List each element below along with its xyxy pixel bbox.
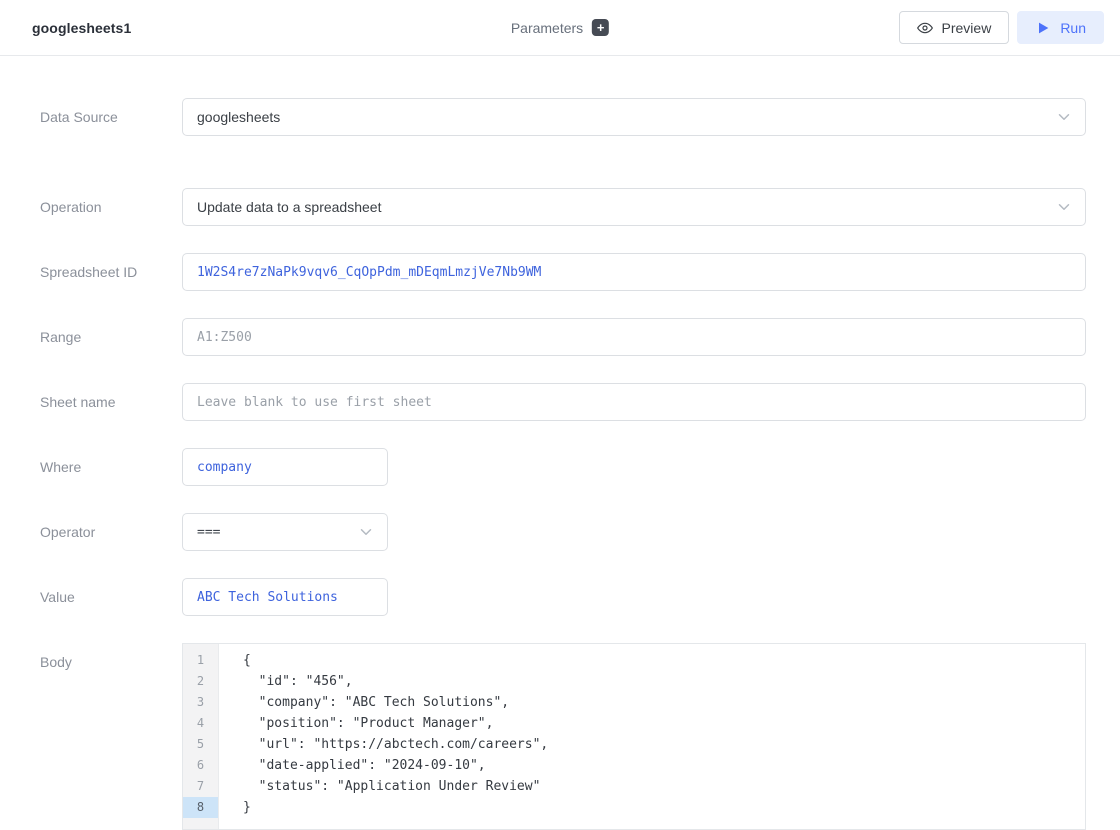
code-line: "company": "ABC Tech Solutions", [243,692,1085,713]
query-header: googlesheets1 Parameters + Preview Run [0,0,1120,56]
range-input[interactable] [182,318,1086,356]
code-line: "position": "Product Manager", [243,713,1085,734]
chevron-down-icon [357,523,375,541]
data-source-value: googlesheets [197,109,280,125]
where-row: Where [40,448,1086,486]
code-lines: { "id": "456", "company": "ABC Tech Solu… [219,644,1085,829]
code-line: "url": "https://abctech.com/careers", [243,734,1085,755]
play-icon [1035,20,1051,36]
query-form: Data Source googlesheets Operation Updat… [0,56,1120,830]
line-number: 7 [183,776,218,797]
spreadsheet-id-label: Spreadsheet ID [40,253,182,291]
sheet-name-label: Sheet name [40,383,182,421]
add-parameter-button[interactable]: + [592,19,609,36]
line-number: 5 [183,734,218,755]
operator-label: Operator [40,513,182,551]
data-source-select[interactable]: googlesheets [182,98,1086,136]
operator-row: Operator === [40,513,1086,551]
parameters-section: Parameters + [511,19,609,36]
operation-label: Operation [40,188,182,226]
chevron-down-icon [1055,198,1073,216]
code-line: { [243,650,1085,671]
operation-select[interactable]: Update data to a spreadsheet [182,188,1086,226]
body-row: Body 12345678 { "id": "456", "company": … [40,643,1086,830]
body-code-editor[interactable]: 12345678 { "id": "456", "company": "ABC … [182,643,1086,830]
operator-value: === [197,525,220,540]
range-row: Range [40,318,1086,356]
data-source-label: Data Source [40,98,182,136]
line-number: 4 [183,713,218,734]
code-gutter: 12345678 [183,644,219,829]
eye-icon [917,20,933,36]
code-line: "status": "Application Under Review" [243,776,1085,797]
value-label: Value [40,578,182,616]
operation-row: Operation Update data to a spreadsheet [40,188,1086,226]
line-number: 6 [183,755,218,776]
run-button[interactable]: Run [1017,11,1104,44]
where-label: Where [40,448,182,486]
where-input[interactable] [182,448,388,486]
line-number: 8 [183,797,218,818]
sheet-name-row: Sheet name [40,383,1086,421]
code-line: } [243,797,1085,818]
code-line: "id": "456", [243,671,1085,692]
parameters-label: Parameters [511,20,583,36]
preview-button-label: Preview [942,20,992,36]
line-number: 3 [183,692,218,713]
sheet-name-input[interactable] [182,383,1086,421]
query-name: googlesheets1 [32,20,131,36]
line-number: 1 [183,650,218,671]
value-input[interactable] [182,578,388,616]
header-actions: Preview Run [899,11,1104,44]
data-source-row: Data Source googlesheets [40,98,1086,136]
line-number: 2 [183,671,218,692]
value-row: Value [40,578,1086,616]
run-button-label: Run [1060,20,1086,36]
range-label: Range [40,318,182,356]
operation-value: Update data to a spreadsheet [197,199,381,215]
chevron-down-icon [1055,108,1073,126]
spreadsheet-id-input[interactable] [182,253,1086,291]
preview-button[interactable]: Preview [899,11,1010,44]
spreadsheet-id-row: Spreadsheet ID [40,253,1086,291]
operator-select[interactable]: === [182,513,388,551]
code-line: "date-applied": "2024-09-10", [243,755,1085,776]
body-label: Body [40,643,182,830]
